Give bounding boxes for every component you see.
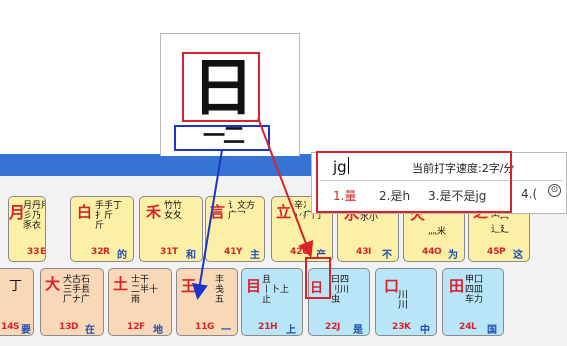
arrow-to-key-j	[257, 117, 314, 258]
arrow-to-key-g	[192, 149, 223, 300]
annotation-arrows	[192, 117, 314, 300]
